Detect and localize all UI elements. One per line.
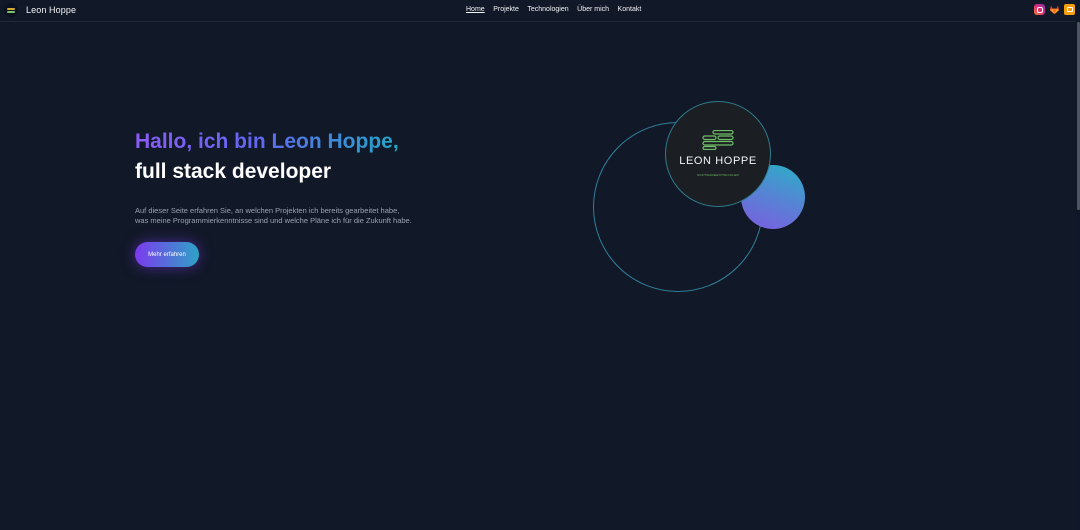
gitlab-icon[interactable] xyxy=(1049,4,1060,15)
logo-badge: LEON HOPPE SOFTWAREENTWICKLER xyxy=(665,101,771,207)
hero-title-role: full stack developer xyxy=(135,160,332,183)
blog-icon[interactable] xyxy=(1064,4,1075,15)
hero-description-line-2: was meine Programmierkenntnisse sind und… xyxy=(135,215,412,225)
badge-tagline: SOFTWAREENTWICKLER xyxy=(697,173,739,177)
nav-kontakt[interactable]: Kontakt xyxy=(618,6,642,13)
main-nav: Home Projekte Technologien Über mich Kon… xyxy=(466,6,650,13)
code-logo-icon xyxy=(702,130,734,150)
hero-description: Auf dieser Seite erfahren Sie, an welche… xyxy=(135,206,435,225)
instagram-icon[interactable] xyxy=(1034,4,1045,15)
social-links xyxy=(1034,4,1075,15)
brand[interactable]: Leon Hoppe xyxy=(4,3,76,17)
brand-logo-icon[interactable] xyxy=(4,3,18,17)
navbar: Leon Hoppe Home Projekte Technologien Üb… xyxy=(0,0,1075,22)
mehr-erfahren-button[interactable]: Mehr erfahren xyxy=(135,242,199,267)
nav-projekte[interactable]: Projekte xyxy=(493,6,519,13)
nav-technologien[interactable]: Technologien xyxy=(527,6,568,13)
badge-name: LEON HOPPE xyxy=(679,155,757,167)
page: Leon Hoppe Home Projekte Technologien Üb… xyxy=(0,0,1080,530)
nav-ueber-mich[interactable]: Über mich xyxy=(577,6,609,13)
brand-name[interactable]: Leon Hoppe xyxy=(26,5,76,15)
hero-description-line-1: Auf dieser Seite erfahren Sie, an welche… xyxy=(135,206,400,215)
nav-home[interactable]: Home xyxy=(466,6,485,13)
hero-title-greeting: Hallo, ich bin Leon Hoppe, xyxy=(135,130,399,153)
scrollbar[interactable] xyxy=(1075,0,1080,530)
